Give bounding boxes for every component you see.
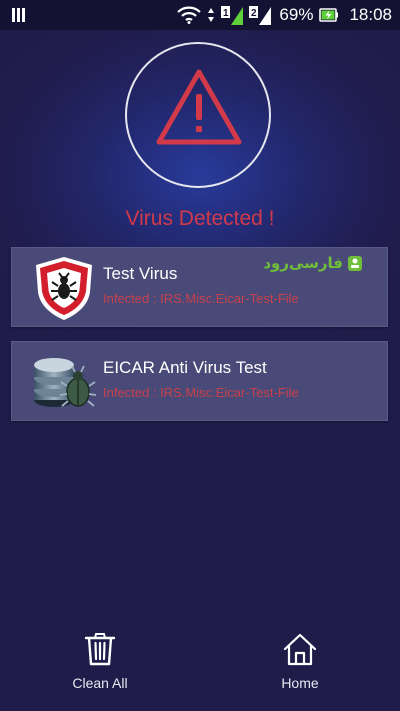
threat-item[interactable]: Test Virus Infected : IRS.Misc.Eicar-Tes… [11,247,388,327]
battery-percent: 69% [279,5,314,24]
watermark-text: فارسی‌رود [263,254,343,272]
signal-sim1-icon: 1 [221,6,244,25]
alert-title: Virus Detected ! [125,207,275,230]
home-label: Home [281,675,319,691]
database-bug-icon [34,358,97,407]
threat-item[interactable]: EICAR Anti Virus Test Infected : IRS.Mis… [11,341,388,421]
threat-status: Infected : IRS.Misc.Eicar-Test-File [103,291,299,306]
clock: 18:08 [349,5,392,24]
threat-status: Infected : IRS.Misc.Eicar-Test-File [103,385,299,400]
threat-name: Test Virus [103,264,178,283]
watermark: فارسی‌رود [263,254,363,272]
wifi-icon [177,6,202,24]
battery-charging-icon [319,8,339,22]
clean-all-label: Clean All [72,675,128,691]
notification-icon [12,8,25,22]
status-icons: 1 2 69% 18:08 [177,0,392,30]
trash-icon [84,633,116,666]
home-icon [283,633,317,666]
shield-bug-icon [36,257,92,320]
clean-all-button[interactable]: Clean All [40,632,160,696]
home-button[interactable]: Home [240,632,360,696]
status-bar: 1 2 69% 18:08 [0,0,400,30]
sim1-label: 1 [223,8,229,19]
sim2-label: 2 [251,8,257,19]
watermark-logo-icon [348,256,362,271]
alert-circle [125,42,271,188]
threat-name: EICAR Anti Virus Test [103,358,267,377]
data-arrows-icon [208,8,215,22]
signal-sim2-icon: 2 [249,6,272,25]
warning-triangle-icon [156,69,242,145]
